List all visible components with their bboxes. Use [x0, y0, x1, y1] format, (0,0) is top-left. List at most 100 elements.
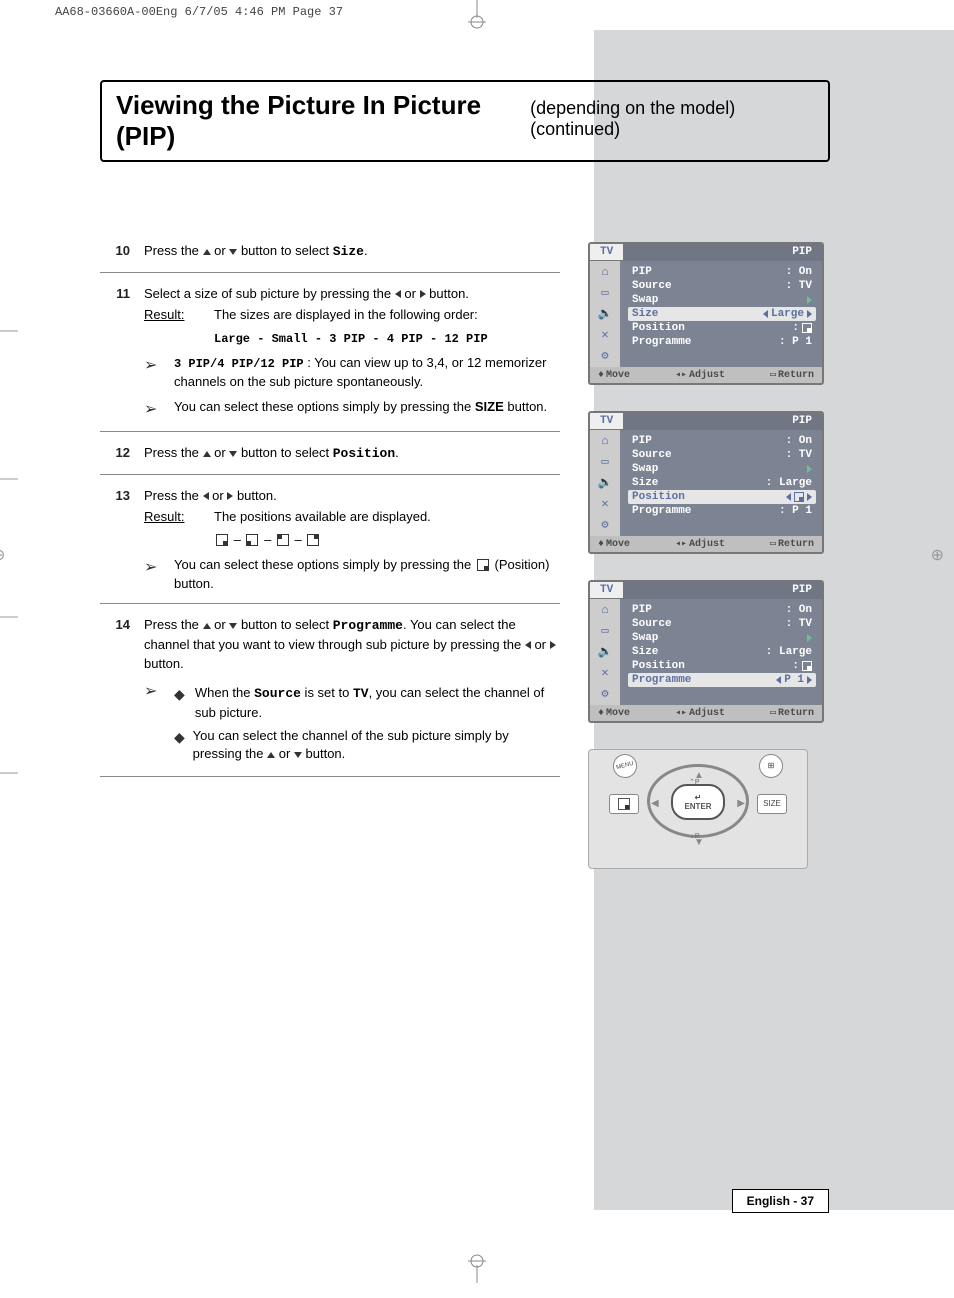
- pip-modes: 3 PIP/4 PIP/12 PIP: [174, 357, 304, 371]
- input-icon: ▭: [601, 454, 608, 469]
- osd-hint-adjust: ◂▸ Adjust: [675, 707, 725, 719]
- channel-up-label: ⌃P: [689, 778, 700, 786]
- result-label: Result:: [144, 306, 214, 325]
- chevron-right-icon: [807, 296, 812, 304]
- osd-item: Swap: [632, 463, 658, 475]
- text: is set to: [301, 685, 353, 700]
- down-arrow-icon: [294, 752, 302, 758]
- text: or: [275, 746, 294, 761]
- sound-icon: 🔈: [598, 644, 613, 659]
- osd-item: Swap: [632, 632, 658, 644]
- osd-item: Programme: [632, 505, 691, 517]
- osd-category-icons: ⌂▭🔈✕⚙: [590, 261, 620, 367]
- osd-item: Position: [632, 322, 685, 334]
- page-number: English - 37: [732, 1189, 829, 1213]
- osd-category-icons: ⌂▭🔈✕⚙: [590, 599, 620, 705]
- chevron-right-icon: [807, 676, 812, 684]
- osd-title-pip: PIP: [623, 244, 822, 261]
- osd-tab-tv: TV: [590, 582, 623, 599]
- up-arrow-icon: [203, 249, 211, 255]
- chevron-left-icon: [776, 676, 781, 684]
- channel-icon: ✕: [601, 665, 608, 680]
- trim-tick: [0, 330, 18, 332]
- osd-value: : TV: [786, 449, 812, 461]
- text: Press the: [144, 488, 203, 503]
- osd-title-pip: PIP: [623, 582, 822, 599]
- text: You can select these options simply by p…: [174, 557, 475, 572]
- text: button to select: [237, 617, 332, 632]
- text: button.: [144, 656, 184, 671]
- up-arrow-icon: [267, 752, 275, 758]
- step-14: 14 Press the or button to select Program…: [100, 616, 560, 764]
- setup-icon: ⚙: [601, 686, 608, 701]
- step-13: 13 Press the or button. Result: The posi…: [100, 487, 560, 604]
- text: button to select: [237, 445, 332, 460]
- picture-icon: ⌂: [601, 434, 608, 448]
- note-arrow-icon: ➢: [144, 398, 174, 421]
- pip-position-icon: [802, 323, 812, 333]
- picture-icon: ⌂: [601, 265, 608, 279]
- osd-value: Large: [771, 308, 804, 320]
- setup-icon: ⚙: [601, 517, 608, 532]
- step-number: 14: [100, 616, 144, 764]
- osd-item-selected: Position: [632, 491, 685, 503]
- step-number: 12: [100, 444, 144, 464]
- osd-value: : On: [786, 604, 812, 616]
- osd-tab-tv: TV: [590, 413, 623, 430]
- size-order: Large - Small - 3 PIP - 4 PIP - 12 PIP: [214, 332, 488, 346]
- pip-position-icon: [216, 534, 228, 546]
- chevron-left-icon: [786, 493, 791, 501]
- osd-value: : On: [786, 266, 812, 278]
- osd-value: : P 1: [779, 505, 812, 517]
- text: You can select these options simply by p…: [174, 399, 475, 414]
- text: button to select: [237, 243, 332, 258]
- input-icon: ▭: [601, 623, 608, 638]
- step-10: 10 Press the or button to select Size.: [100, 242, 560, 273]
- text: You can select the channel of the sub pi…: [193, 728, 509, 762]
- osd-item: Programme: [632, 336, 691, 348]
- channel-down-label: ⌄P: [689, 832, 700, 840]
- step-12: 12 Press the or button to select Positio…: [100, 444, 560, 475]
- text: When the: [195, 685, 254, 700]
- result-text: The sizes are displayed in the following…: [214, 306, 560, 325]
- osd-item: PIP: [632, 604, 652, 616]
- osd-hint-move: ♦ Move: [598, 369, 630, 381]
- osd-hint-move: ♦ Move: [598, 538, 630, 550]
- trim-tick: [0, 772, 18, 774]
- remote-enter-button: ↵ENTER: [671, 784, 725, 820]
- osd-item-selected: Size: [632, 308, 658, 320]
- text: Press the: [144, 617, 203, 632]
- osd-size-menu: TVPIP ⌂▭🔈✕⚙ PIP: On Source: TV Swap Size…: [588, 242, 824, 385]
- remote-menu-button: MENU: [610, 751, 639, 780]
- pip-position-icon: [802, 661, 812, 671]
- step-number: 11: [100, 285, 144, 422]
- register-mark-right: ⊕: [931, 545, 944, 565]
- text: button.: [233, 488, 276, 503]
- osd-hint-adjust: ◂▸ Adjust: [675, 538, 725, 550]
- pip-position-icon: [246, 534, 258, 546]
- bullet-icon: ◆: [174, 684, 195, 723]
- setup-icon: ⚙: [601, 348, 608, 363]
- step-11: 11 Select a size of sub picture by press…: [100, 285, 560, 433]
- right-arrow-icon: [550, 641, 556, 649]
- step-number: 10: [100, 242, 144, 262]
- text: .: [395, 445, 399, 460]
- chevron-right-icon: [807, 310, 812, 318]
- chevron-right-icon: [807, 465, 812, 473]
- osd-item-selected: Programme: [632, 674, 691, 686]
- osd-item: Swap: [632, 294, 658, 306]
- chevron-right-icon: [807, 634, 812, 642]
- osd-value: P 1: [784, 674, 804, 686]
- text: or: [401, 286, 420, 301]
- sound-icon: 🔈: [598, 306, 613, 321]
- up-arrow-icon: [203, 623, 211, 629]
- input-icon: ▭: [601, 285, 608, 300]
- result-text: The positions available are displayed.: [214, 508, 560, 527]
- step-number: 13: [100, 487, 144, 593]
- pip-position-icon: [794, 492, 804, 502]
- osd-item: Source: [632, 280, 672, 292]
- osd-item: PIP: [632, 435, 652, 447]
- text: or: [211, 445, 230, 460]
- page-title: Viewing the Picture In Picture (PIP): [116, 90, 524, 152]
- osd-item: Size: [632, 646, 658, 658]
